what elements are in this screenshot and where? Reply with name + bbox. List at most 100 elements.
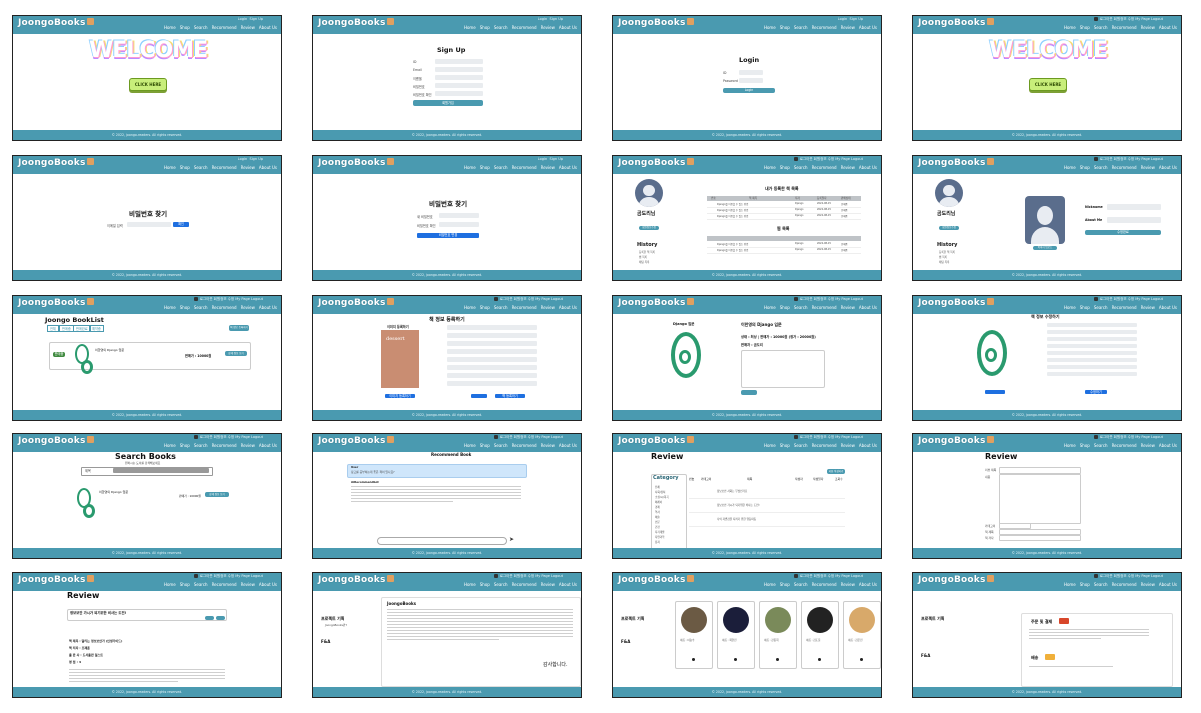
- menu-shop[interactable]: Shop: [180, 25, 190, 30]
- user-links[interactable]: 로그아웃 회원정보 수정 My Page Logout: [793, 297, 863, 302]
- menu-home[interactable]: Home: [464, 165, 476, 170]
- user-links[interactable]: 로그아웃 회원정보 수정 My Page Logout: [1093, 17, 1163, 22]
- menu-about[interactable]: About Us: [859, 582, 877, 587]
- menu-search[interactable]: Search: [794, 305, 808, 310]
- table-row[interactable]: 나의 자존감을 지키기 위한 행동파동: [689, 514, 845, 527]
- form-field[interactable]: [1047, 365, 1137, 369]
- menu-recommend[interactable]: Recommend: [812, 25, 837, 30]
- menu-search[interactable]: Search: [194, 305, 208, 310]
- signup-link[interactable]: Sign Up: [249, 17, 263, 21]
- github-icon[interactable]: [692, 658, 695, 661]
- contact-button[interactable]: [741, 390, 757, 395]
- auth-links[interactable]: Login Sign Up: [238, 157, 263, 161]
- image-upload-button[interactable]: 이미지 등록하기: [385, 394, 415, 398]
- form-field[interactable]: [1047, 351, 1137, 355]
- menu-about[interactable]: About Us: [1159, 443, 1177, 448]
- logo[interactable]: JoongoBooks: [918, 18, 994, 28]
- menu-about[interactable]: About Us: [1159, 25, 1177, 30]
- table-row[interactable]: 정보보안 사회는 무엇인가요: [689, 486, 845, 499]
- menu-about[interactable]: About Us: [559, 443, 577, 448]
- menu-home[interactable]: Home: [464, 582, 476, 587]
- search-select[interactable]: 제목: [85, 468, 91, 473]
- email-field[interactable]: [435, 67, 483, 72]
- signup-button[interactable]: 회원가입: [413, 100, 483, 106]
- write-review-button[interactable]: 리뷰 작성하기: [827, 469, 845, 474]
- menu-review[interactable]: Review: [841, 25, 855, 30]
- menu-about[interactable]: About Us: [1159, 582, 1177, 587]
- menu-shop[interactable]: Shop: [480, 443, 490, 448]
- menu-home[interactable]: Home: [464, 305, 476, 310]
- delete-button[interactable]: [216, 616, 225, 620]
- user-links-text[interactable]: 로그아웃 회원정보 수정 My Page Logout: [800, 157, 863, 161]
- user-links-text[interactable]: 로그아웃 회원정보 수정 My Page Logout: [1100, 435, 1163, 439]
- menu-recommend[interactable]: Recommend: [812, 165, 837, 170]
- confirm-button[interactable]: 확인: [173, 222, 189, 227]
- signup-link[interactable]: Sign Up: [549, 157, 563, 161]
- github-icon[interactable]: [776, 658, 779, 661]
- form-field[interactable]: [447, 373, 537, 378]
- user-links[interactable]: 로그아웃 회원정보 수정 My Page Logout: [793, 574, 863, 579]
- about-field[interactable]: [1107, 217, 1161, 223]
- auth-links[interactable]: Login Sign Up: [538, 17, 563, 21]
- menu-about[interactable]: About Us: [859, 165, 877, 170]
- password-field[interactable]: [435, 83, 483, 88]
- menu-review[interactable]: Review: [1141, 25, 1155, 30]
- menu-recommend[interactable]: Recommend: [1112, 305, 1137, 310]
- tab-all[interactable]: 전체: [47, 325, 59, 332]
- menu-about[interactable]: About Us: [259, 305, 277, 310]
- menu-home[interactable]: Home: [164, 443, 176, 448]
- menu-home[interactable]: Home: [164, 25, 176, 30]
- user-links-text[interactable]: 로그아웃 회원정보 수정 My Page Logout: [800, 435, 863, 439]
- menu-home[interactable]: Home: [164, 305, 176, 310]
- menu-home[interactable]: Home: [1064, 165, 1076, 170]
- category-item[interactable]: 잡지: [655, 540, 669, 545]
- menu-home[interactable]: Home: [1064, 582, 1076, 587]
- menu-search[interactable]: Search: [194, 443, 208, 448]
- menu-shop[interactable]: Shop: [480, 305, 490, 310]
- menu-recommend[interactable]: Recommend: [212, 305, 237, 310]
- user-links[interactable]: 로그아웃 회원정보 수정 My Page Logout: [1093, 157, 1163, 162]
- save-edit-button[interactable]: 수정하기: [1085, 390, 1107, 394]
- menu-home[interactable]: Home: [1064, 305, 1076, 310]
- menu-search[interactable]: Search: [794, 443, 808, 448]
- user-links-text[interactable]: 로그아웃 회원정보 수정 My Page Logout: [800, 297, 863, 301]
- logo[interactable]: JoongoBooks: [618, 298, 694, 308]
- menu-review[interactable]: Review: [1141, 443, 1155, 448]
- menu-recommend[interactable]: Recommend: [812, 582, 837, 587]
- menu-search[interactable]: Search: [794, 582, 808, 587]
- menu-shop[interactable]: Shop: [180, 443, 190, 448]
- menu-shop[interactable]: Shop: [780, 582, 790, 587]
- menu-review[interactable]: Review: [541, 165, 555, 170]
- auth-links[interactable]: Login Sign Up: [538, 157, 563, 161]
- menu-home[interactable]: Home: [464, 25, 476, 30]
- user-links-text[interactable]: 로그아웃 회원정보 수정 My Page Logout: [1100, 17, 1163, 21]
- menu-search[interactable]: Search: [1094, 165, 1108, 170]
- menu-review[interactable]: Review: [541, 582, 555, 587]
- logo[interactable]: JoongoBooks: [18, 436, 94, 446]
- menu-shop[interactable]: Shop: [780, 165, 790, 170]
- detail-button[interactable]: 상세 정보 보기: [205, 492, 229, 497]
- menu-search[interactable]: Search: [194, 582, 208, 587]
- register-button[interactable]: 책 등록하기: [495, 394, 525, 398]
- signup-link[interactable]: Sign Up: [549, 17, 563, 21]
- user-links-text[interactable]: 로그아웃 회원정보 수정 My Page Logout: [200, 297, 263, 301]
- user-links-text[interactable]: 로그아웃 회원정보 수정 My Page Logout: [500, 435, 563, 439]
- menu-shop[interactable]: Shop: [1080, 443, 1090, 448]
- menu-about[interactable]: About Us: [859, 305, 877, 310]
- logo[interactable]: JoongoBooks: [918, 575, 994, 585]
- menu-search[interactable]: Search: [1094, 25, 1108, 30]
- menu-recommend[interactable]: Recommend: [812, 305, 837, 310]
- menu-recommend[interactable]: Recommend: [512, 305, 537, 310]
- logo[interactable]: JoongoBooks: [618, 18, 694, 28]
- detail-button[interactable]: 상세 정보 보기: [225, 351, 247, 356]
- github-icon[interactable]: [818, 658, 821, 661]
- form-field[interactable]: [447, 357, 537, 362]
- menu-search[interactable]: Search: [194, 25, 208, 30]
- menu-recommend[interactable]: Recommend: [1112, 443, 1137, 448]
- search-input[interactable]: [113, 468, 209, 473]
- user-links[interactable]: 로그아웃 회원정보 수정 My Page Logout: [493, 574, 563, 579]
- logo[interactable]: JoongoBooks: [18, 298, 94, 308]
- logo[interactable]: JoongoBooks: [318, 298, 394, 308]
- menu-recommend[interactable]: Recommend: [212, 582, 237, 587]
- user-links-text[interactable]: 로그아웃 회원정보 수정 My Page Logout: [1100, 574, 1163, 578]
